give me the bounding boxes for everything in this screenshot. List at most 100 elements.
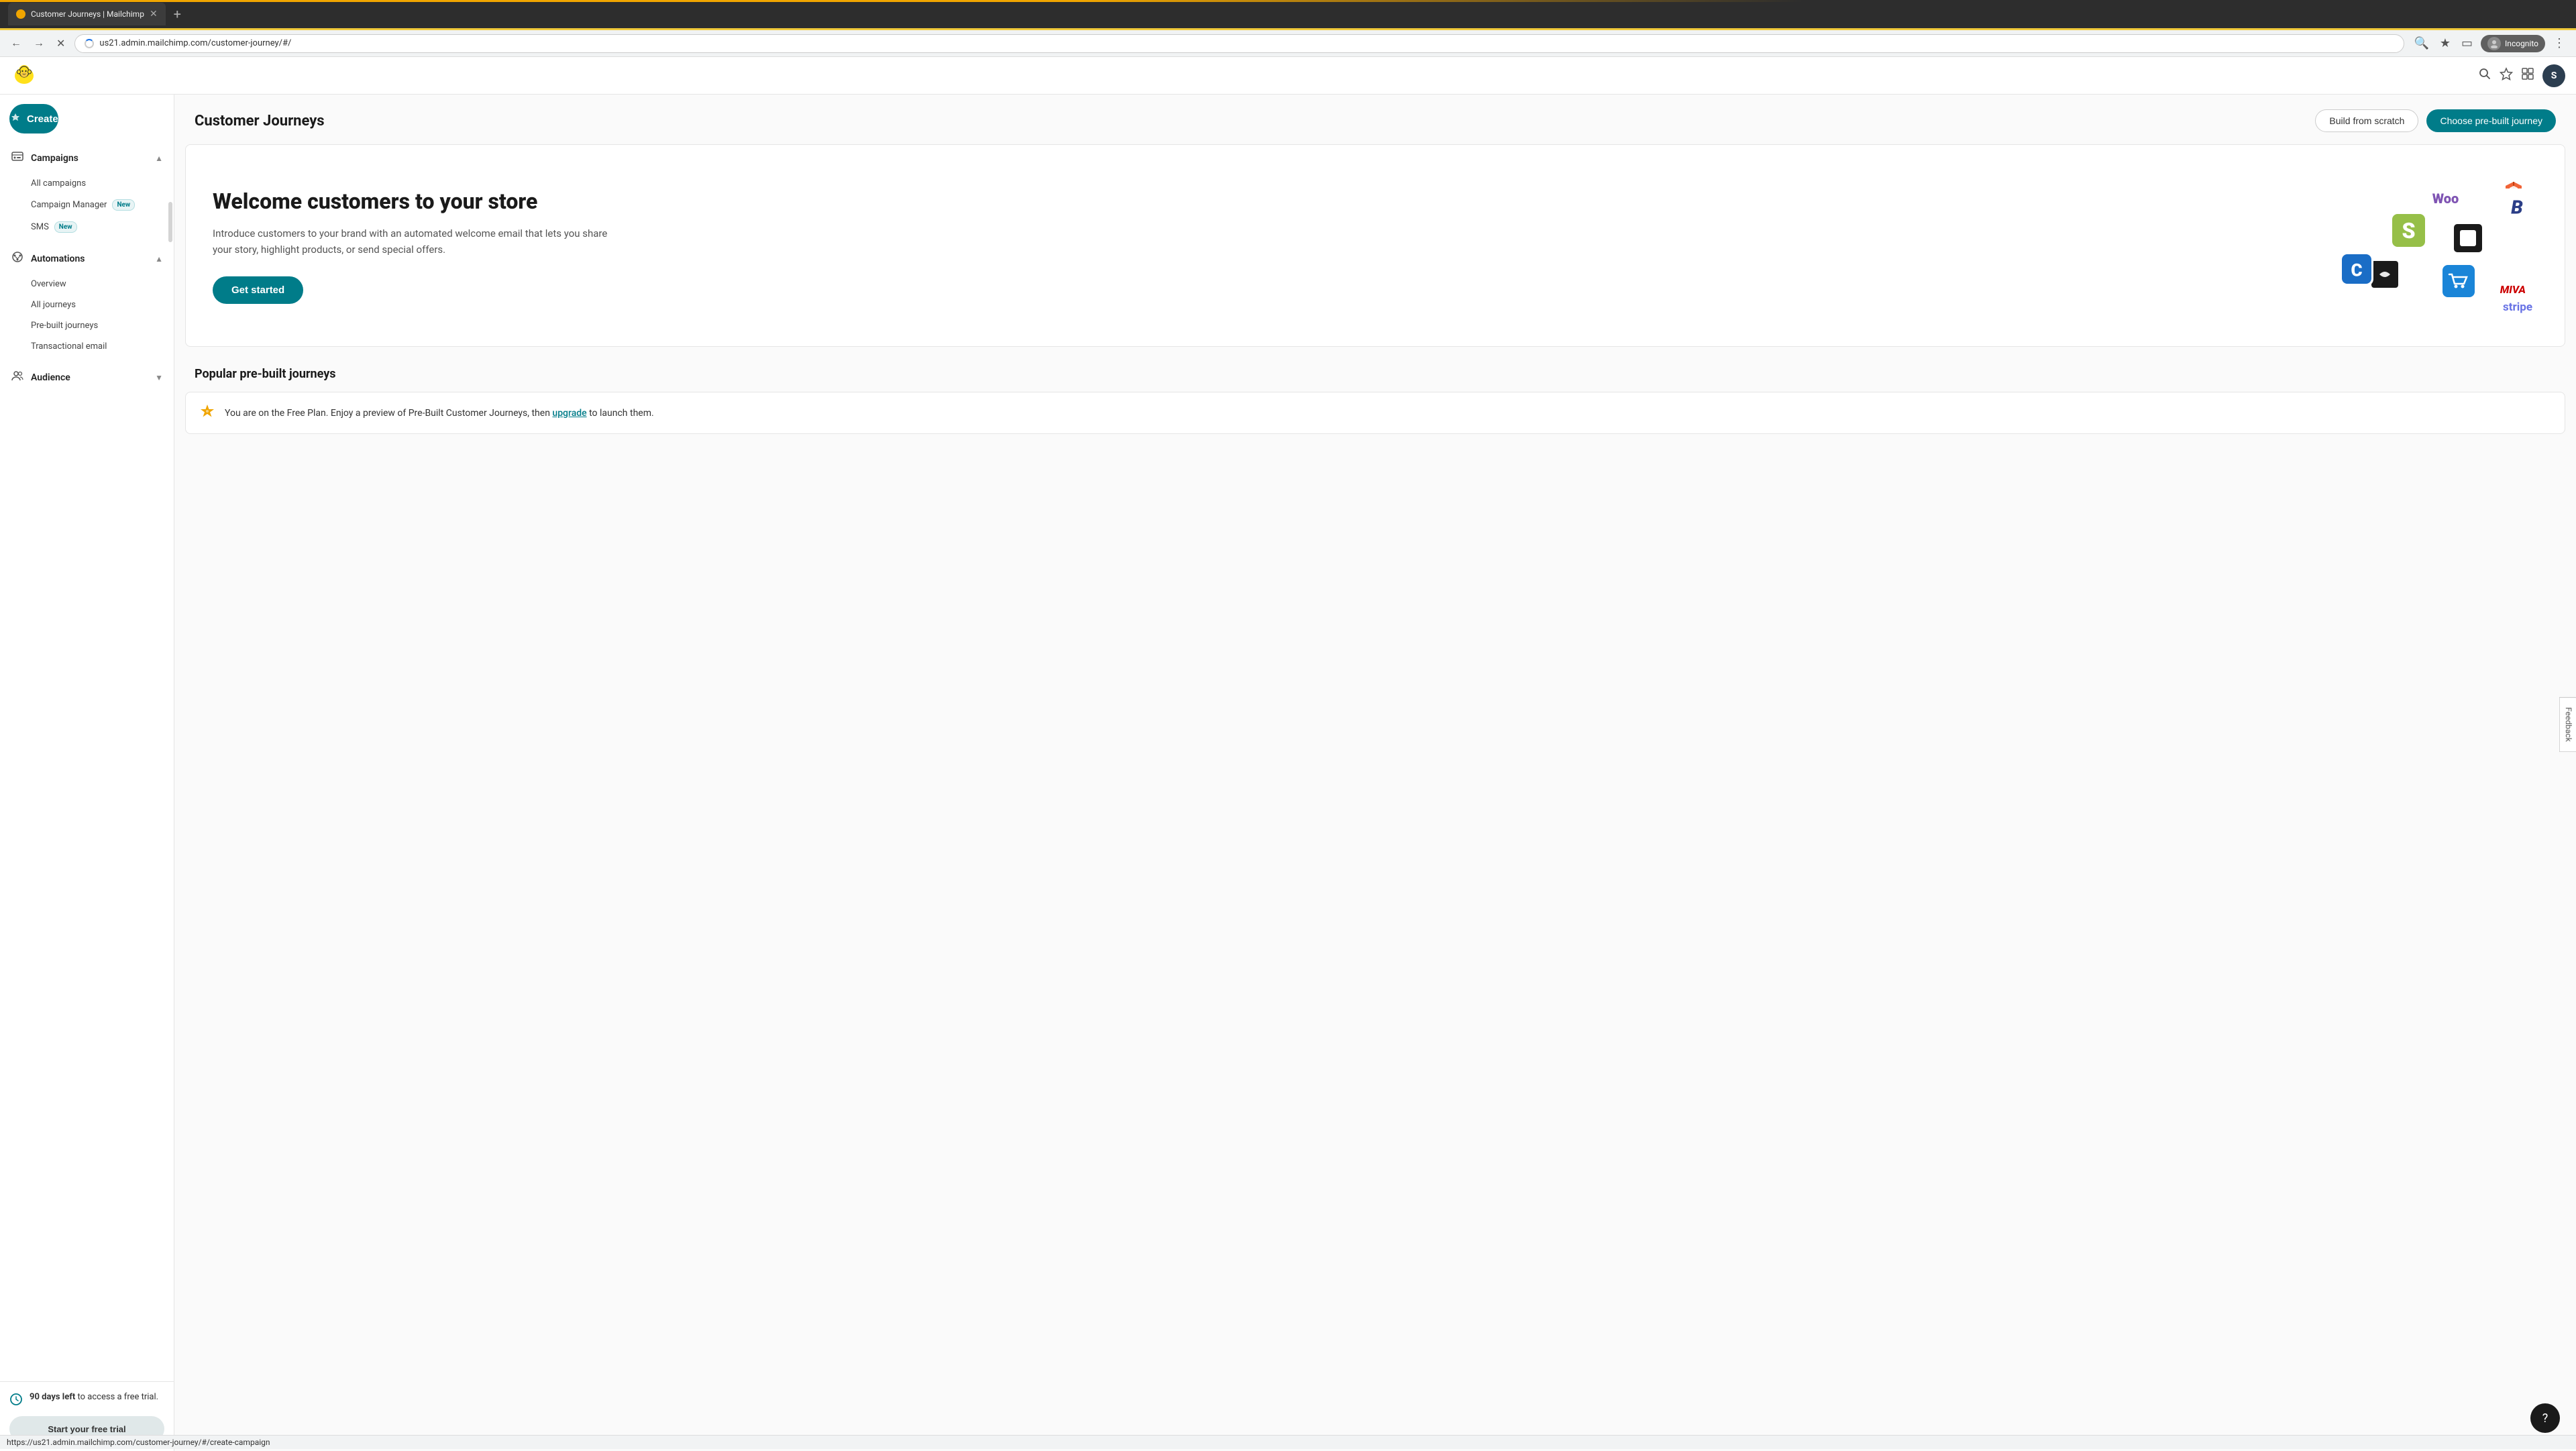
automations-icon — [11, 250, 24, 267]
forward-btn[interactable]: → — [31, 35, 47, 52]
page-header-actions: Build from scratch Choose pre-built jour… — [2315, 109, 2556, 132]
help-btn[interactable]: ? — [2530, 1403, 2560, 1433]
campaign-manager-label: Campaign Manager — [31, 200, 107, 210]
campaigns-icon — [11, 150, 24, 166]
audience-chevron: ▼ — [155, 373, 163, 382]
user-avatar[interactable]: S — [2542, 64, 2565, 87]
tab-close-btn[interactable]: ✕ — [150, 9, 158, 19]
browser-actions: 🔍 ★ ▭ Incognito ⋮ — [2411, 35, 2568, 52]
hero-left: Welcome customers to your store Introduc… — [213, 188, 615, 304]
campaigns-section: Campaigns ▲ All campaigns Campaign Manag… — [0, 140, 174, 241]
audience-section-header[interactable]: Audience ▼ — [0, 362, 174, 392]
sidebar-item-all-journeys[interactable]: All journeys — [0, 294, 174, 315]
header-layout-btn[interactable] — [2521, 67, 2534, 84]
square-logo — [2449, 219, 2487, 260]
free-plan-notice: You are on the Free Plan. Enjoy a previe… — [185, 392, 2565, 434]
campaign-manager-badge: New — [112, 199, 135, 211]
automations-label: Automations — [31, 254, 148, 264]
sidebar-item-pre-built-journeys[interactable]: Pre-built journeys — [0, 315, 174, 336]
build-from-scratch-btn[interactable]: Build from scratch — [2315, 109, 2418, 132]
tab-title: Customer Journeys | Mailchimp — [31, 9, 144, 19]
sidebar-scroll: Create Campaigns — [0, 95, 174, 1381]
campaigns-chevron: ▲ — [155, 154, 163, 163]
choose-prebuilt-btn[interactable]: Choose pre-built journey — [2426, 109, 2556, 132]
notice-text: You are on the Free Plan. Enjoy a previe… — [225, 408, 654, 419]
audience-icon — [11, 369, 24, 386]
address-input[interactable]: us21.admin.mailchimp.com/customer-journe… — [74, 34, 2404, 53]
audience-section: Audience ▼ — [0, 360, 174, 395]
create-btn-label: Create — [27, 113, 58, 125]
app-header-left — [11, 61, 38, 91]
svg-text:Woo: Woo — [2432, 191, 2459, 207]
feedback-tab[interactable]: Feedback — [2559, 697, 2576, 752]
transactional-email-label: Transactional email — [31, 341, 107, 352]
automations-section-header[interactable]: Automations ▲ — [0, 244, 174, 274]
svg-text:B: B — [2511, 197, 2523, 219]
bookmark-btn[interactable]: ★ — [2437, 35, 2453, 52]
create-btn[interactable]: Create — [9, 104, 58, 133]
sidebar-item-transactional-email[interactable]: Transactional email — [0, 336, 174, 357]
browser-chrome: Customer Journeys | Mailchimp ✕ + — [0, 0, 2576, 28]
hero-description: Introduce customers to your brand with a… — [213, 225, 615, 258]
content-area: Customer Journeys Build from scratch Cho… — [174, 95, 2576, 1451]
split-screen-btn[interactable]: ▭ — [2459, 35, 2475, 52]
page-header: Customer Journeys Build from scratch Cho… — [174, 95, 2576, 144]
trial-clock-icon — [9, 1393, 23, 1409]
sidebar-item-all-campaigns[interactable]: All campaigns — [0, 173, 174, 194]
all-campaigns-label: All campaigns — [31, 178, 86, 189]
svg-text:S: S — [2402, 218, 2415, 244]
url-text: us21.admin.mailchimp.com/customer-journe… — [99, 38, 291, 48]
browser-tab[interactable]: Customer Journeys | Mailchimp ✕ — [8, 3, 166, 25]
notice-star-icon — [199, 403, 215, 423]
sidebar-item-sms[interactable]: SMS New — [0, 216, 174, 238]
popular-section-title: Popular pre-built journeys — [174, 360, 2576, 392]
sms-badge: New — [54, 221, 77, 233]
page-title: Customer Journeys — [195, 113, 325, 129]
hero-section: Welcome customers to your store Introduc… — [185, 144, 2565, 347]
address-bar-row: ← → ✕ us21.admin.mailchimp.com/customer-… — [0, 30, 2576, 57]
new-tab-btn[interactable]: + — [174, 6, 181, 22]
sidebar-item-overview[interactable]: Overview — [0, 274, 174, 294]
status-bar: https://us21.admin.mailchimp.com/custome… — [0, 1435, 2576, 1449]
sidebar-scrollbar[interactable] — [168, 202, 172, 242]
trial-suffix: to access a free trial. — [75, 1392, 158, 1402]
c-logo: C — [2340, 252, 2373, 288]
campaigns-label: Campaigns — [31, 153, 148, 164]
header-search-btn[interactable] — [2478, 67, 2491, 85]
woocommerce-logo: Woo — [2427, 178, 2464, 219]
search-engine-btn[interactable]: 🔍 — [2411, 35, 2431, 52]
trial-text: 90 days left to access a free trial. — [30, 1391, 158, 1403]
create-icon — [9, 111, 21, 127]
incognito-icon — [2487, 37, 2501, 50]
mailchimp-logo[interactable] — [11, 61, 38, 91]
bigcommerce-logo: B — [2500, 189, 2534, 229]
hero-cta-btn[interactable]: Get started — [213, 276, 303, 304]
svg-text:C: C — [2351, 260, 2362, 280]
automations-section: Automations ▲ Overview All journeys Pre-… — [0, 241, 174, 360]
tab-favicon — [16, 9, 25, 19]
sidebar: Create Campaigns — [0, 95, 174, 1451]
pre-built-journeys-label: Pre-built journeys — [31, 321, 98, 331]
overview-label: Overview — [31, 279, 66, 289]
back-btn[interactable]: ← — [8, 35, 24, 52]
automations-chevron: ▲ — [155, 254, 163, 264]
reload-btn[interactable]: ✕ — [54, 34, 68, 53]
app-header: S — [0, 57, 2576, 95]
hero-integration-logos: Woo — [2283, 172, 2538, 319]
trial-info: 90 days left to access a free trial. — [9, 1391, 164, 1409]
sms-label: SMS — [31, 222, 49, 232]
trial-days: 90 days left — [30, 1392, 75, 1402]
more-options-btn[interactable]: ⋮ — [2551, 35, 2568, 52]
header-star-btn[interactable] — [2500, 67, 2513, 84]
shopify-logo: S — [2387, 209, 2430, 255]
hero-title: Welcome customers to your store — [213, 188, 615, 215]
loading-spinner — [85, 39, 94, 48]
upgrade-link[interactable]: upgrade — [552, 408, 586, 419]
all-journeys-label: All journeys — [31, 300, 76, 310]
header-actions: S — [2478, 64, 2565, 87]
woocart-logo — [2440, 262, 2477, 303]
app-layout: S Create — [0, 57, 2576, 1451]
sidebar-item-campaign-manager[interactable]: Campaign Manager New — [0, 194, 174, 216]
campaigns-section-header[interactable]: Campaigns ▲ — [0, 143, 174, 173]
incognito-btn[interactable]: Incognito — [2481, 35, 2545, 52]
